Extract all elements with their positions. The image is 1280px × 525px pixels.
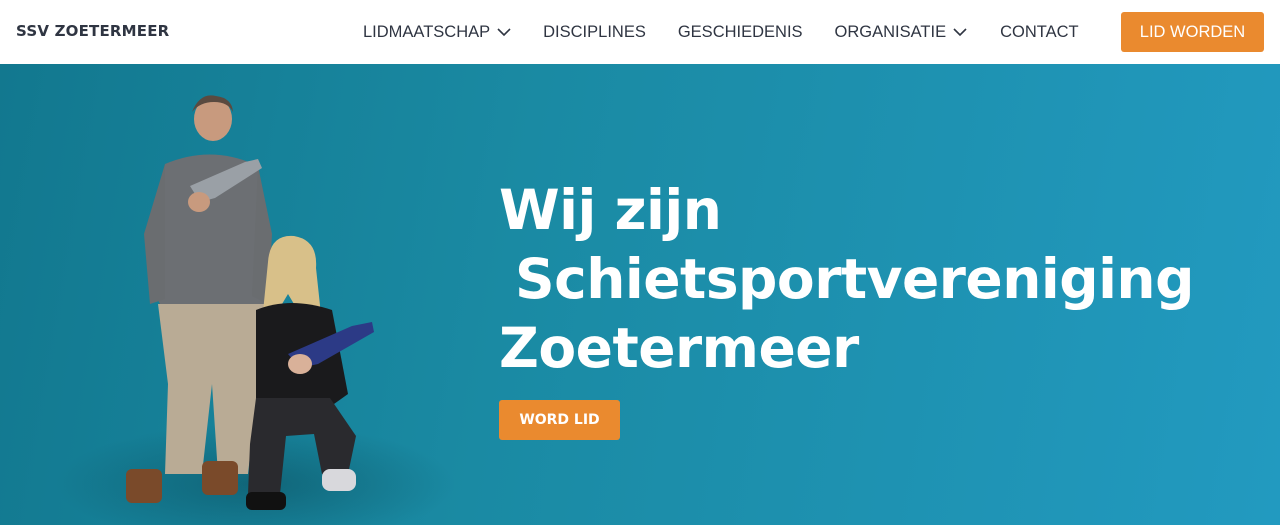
nav-item-label: GESCHIEDENIS	[677, 22, 803, 41]
nav-item-label: CONTACT	[1000, 22, 1079, 41]
hero-headline: Wij zijn Schietsportvereniging Zoetermee…	[499, 176, 1269, 383]
nav-item-geschiedenis[interactable]: GESCHIEDENIS	[678, 23, 803, 42]
hero-headline-line: Wij zijn	[499, 178, 722, 242]
nav-item-label: ORGANISATIE	[834, 22, 947, 41]
nav-item-label: DISCIPLINES	[543, 22, 646, 41]
hero-section: Wij zijn Schietsportvereniging Zoetermee…	[0, 64, 1280, 525]
main-menu: LIDMAATSCHAP DISCIPLINES GESCHIEDENIS OR…	[363, 0, 1079, 64]
nav-item-lidmaatschap[interactable]: LIDMAATSCHAP	[363, 23, 512, 42]
nav-item-organisatie[interactable]: ORGANISATIE	[835, 23, 969, 42]
word-lid-button[interactable]: WORD LID	[499, 400, 620, 440]
nav-item-label: LIDMAATSCHAP	[363, 22, 491, 41]
hero-headline-line: Zoetermeer	[499, 316, 859, 380]
hero-headline-line: Schietsportvereniging	[515, 247, 1194, 311]
site-logo[interactable]: SSV ZOETERMEER	[16, 22, 169, 40]
nav-item-disciplines[interactable]: DISCIPLINES	[543, 23, 646, 42]
lid-worden-button[interactable]: LID WORDEN	[1121, 12, 1264, 52]
chevron-down-icon	[953, 28, 967, 37]
top-navigation: SSV ZOETERMEER LIDMAATSCHAP DISCIPLINES …	[0, 0, 1280, 64]
chevron-down-icon	[497, 28, 511, 37]
two-shooters-photo	[55, 95, 455, 525]
nav-item-contact[interactable]: CONTACT	[1000, 23, 1079, 42]
